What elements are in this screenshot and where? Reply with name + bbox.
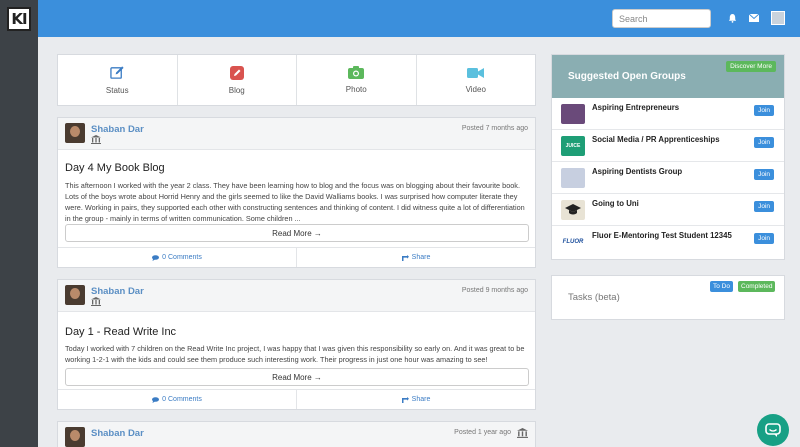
group-name[interactable]: Aspiring Dentists Group [592,167,682,176]
share-label: Share [411,396,431,403]
post-timestamp: Posted 7 months ago [461,125,528,132]
suggested-groups-panel: Suggested Open Groups Discover More Aspi… [551,54,785,260]
author-name[interactable]: Shaban Dar [91,286,144,297]
group-row: Going to Uni Join [552,194,784,226]
status-tab[interactable]: Status [58,55,178,105]
institution-icon [517,428,528,438]
completed-button[interactable]: Completed [738,281,776,292]
post-type-tabs: Status Blog Photo Video [57,54,536,106]
post-card: Shaban Dar Posted 9 months ago Day 1 - R… [57,279,536,410]
post-title[interactable]: Day 4 My Book Blog [65,162,165,174]
join-button[interactable]: Join [754,137,774,148]
blog-tab[interactable]: Blog [178,55,297,105]
comments-label: 0 Comments [162,254,202,261]
institution-icon [91,135,101,144]
group-name[interactable]: Social Media / PR Apprenticeships [592,135,720,144]
group-row: JUICE Social Media / PR Apprenticeships … [552,130,784,162]
groups-title: Suggested Open Groups [568,71,686,82]
join-button[interactable]: Join [754,201,774,212]
join-button[interactable]: Join [754,233,774,244]
top-navbar [38,0,800,37]
mail-icon[interactable] [747,11,761,25]
status-tab-label: Status [105,86,129,95]
group-row: FLUOR Fluor E-Mentoring Test Student 123… [552,226,784,258]
join-button[interactable]: Join [754,105,774,116]
discover-more-button[interactable]: Discover More [726,61,776,72]
edit-icon [110,66,124,79]
group-thumbnail[interactable]: FLUOR [561,232,585,252]
group-thumbnail[interactable] [561,168,585,188]
video-tab[interactable]: Video [417,55,536,105]
groups-header: Suggested Open Groups Discover More [552,55,784,98]
pencil-icon [229,65,244,80]
chat-icon [765,422,781,437]
post-body: This afternoon I worked with the year 2 … [65,181,525,223]
post-body: Today I worked with 7 children on the Re… [65,344,525,364]
comments-icon [152,254,160,261]
author-avatar[interactable] [65,427,85,447]
post-title[interactable]: Day 1 - Read Write Inc [65,326,176,338]
group-name[interactable]: Aspiring Entrepreneurs [592,103,679,112]
share-button[interactable]: Share [297,390,535,409]
post-card: Shaban Dar Posted 7 months ago Day 4 My … [57,117,536,268]
group-name[interactable]: Fluor E-Mentoring Test Student 12345 [592,231,732,240]
institution-icon [91,297,101,306]
author-avatar[interactable] [65,123,85,143]
post-timestamp: Posted 1 year ago [454,429,511,436]
todo-button[interactable]: To Do [710,281,733,292]
comments-label: 0 Comments [162,396,202,403]
bell-icon[interactable] [725,11,739,25]
photo-tab[interactable]: Photo [297,55,417,105]
comments-button[interactable]: 0 Comments [58,390,297,409]
video-icon [467,67,485,78]
post-header: Shaban Dar Posted 9 months ago [58,280,535,312]
post-footer: 0 Comments Share [58,389,535,409]
tasks-panel: Tasks (beta) To Do Completed [551,275,785,320]
blog-tab-label: Blog [228,85,245,95]
share-button[interactable]: Share [297,248,535,267]
join-button[interactable]: Join [754,169,774,180]
author-name[interactable]: Shaban Dar [91,124,144,135]
share-icon [401,396,409,403]
profile-avatar[interactable] [771,11,785,25]
photo-tab-label: Photo [345,85,367,94]
post-card: Shaban Dar Posted 1 year ago [57,421,536,447]
comments-button[interactable]: 0 Comments [58,248,297,267]
video-tab-label: Video [465,84,486,94]
search-input[interactable] [612,9,711,28]
app-logo[interactable]: KI [7,7,31,31]
read-more-button[interactable]: Read More → [65,224,529,242]
author-avatar[interactable] [65,285,85,305]
group-row: Aspiring Dentists Group Join [552,162,784,194]
share-label: Share [411,254,431,261]
read-more-button[interactable]: Read More → [65,368,529,386]
graduation-cap-icon [565,204,581,215]
group-thumbnail[interactable] [561,104,585,124]
camera-icon [348,66,365,79]
chat-button[interactable] [757,414,789,446]
post-header: Shaban Dar Posted 1 year ago [58,422,535,447]
post-timestamp: Posted 9 months ago [461,287,528,294]
post-footer: 0 Comments Share [58,247,535,267]
tasks-title: Tasks (beta) [568,292,620,303]
group-row: Aspiring Entrepreneurs Join [552,98,784,130]
group-thumbnail[interactable] [561,200,585,220]
comments-icon [152,396,160,403]
group-thumbnail[interactable]: JUICE [561,136,585,156]
post-header: Shaban Dar Posted 7 months ago [58,118,535,150]
author-name[interactable]: Shaban Dar [91,428,144,439]
group-name[interactable]: Going to Uni [592,199,639,208]
share-icon [401,254,409,261]
left-sidebar: KI [0,0,38,447]
